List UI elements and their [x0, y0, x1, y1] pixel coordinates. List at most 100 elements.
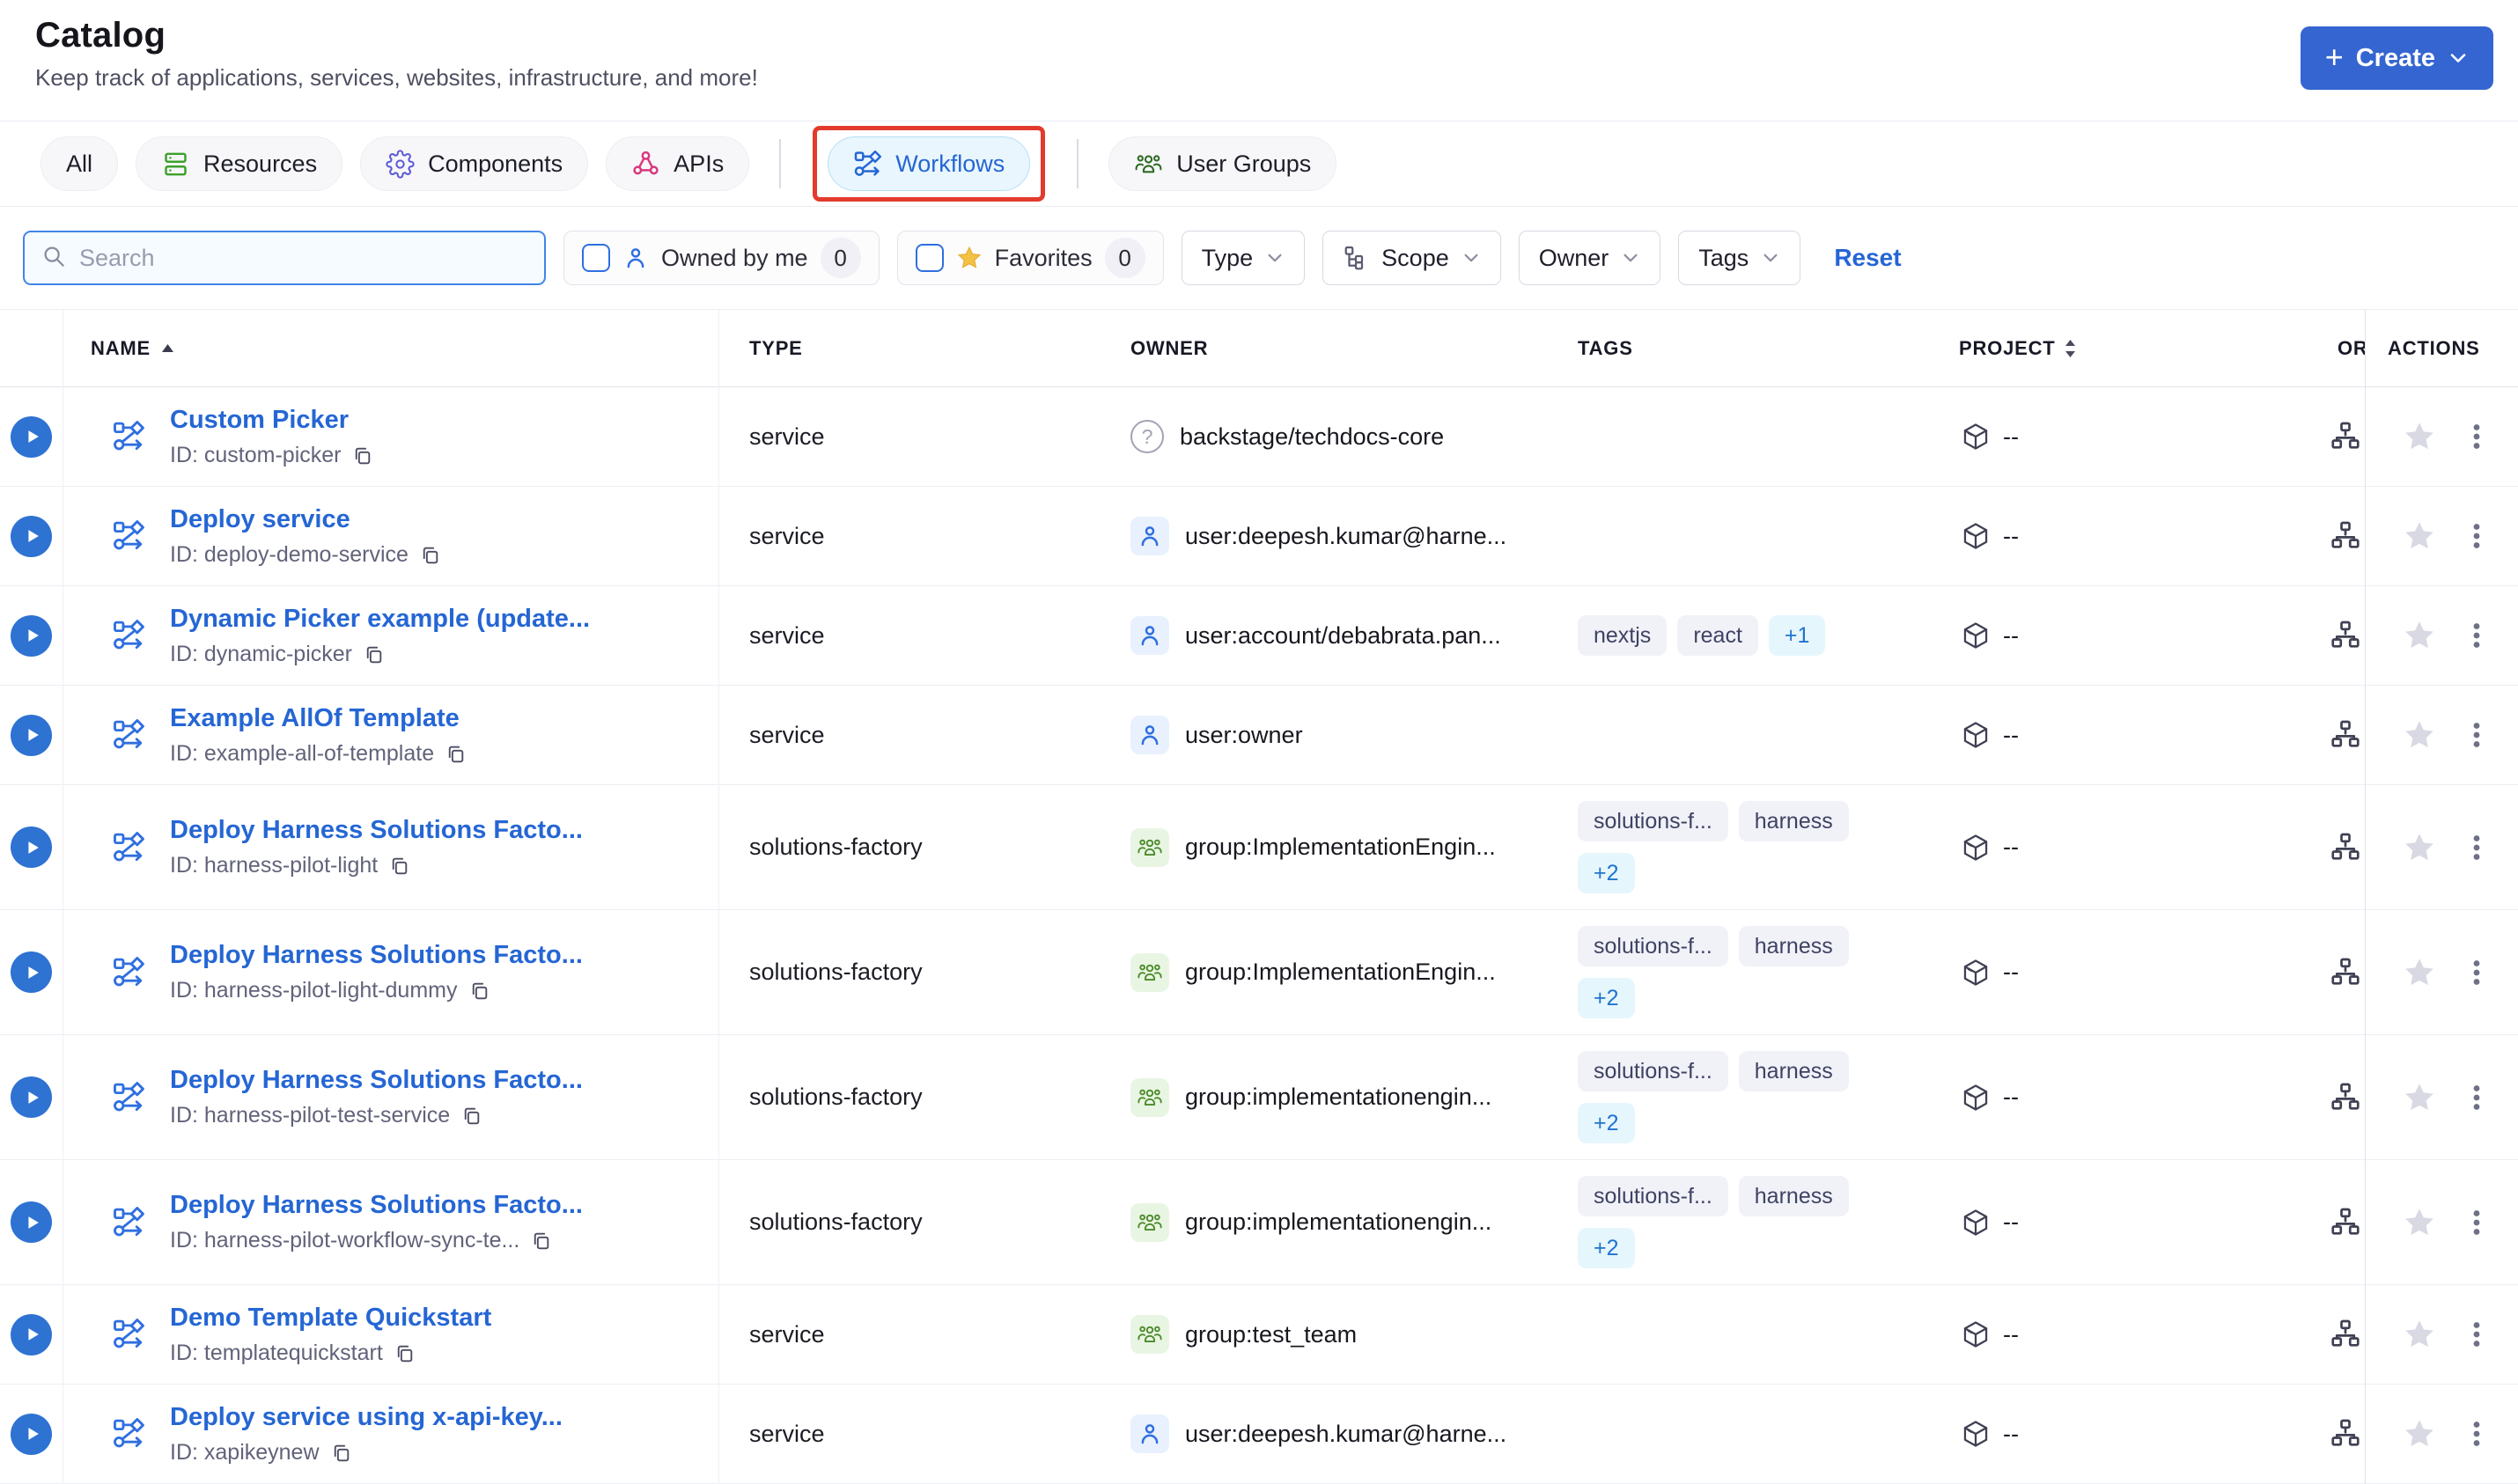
owned-by-me-checkbox[interactable] — [582, 244, 610, 272]
execute-workflow-button[interactable] — [11, 515, 52, 557]
tab-label: Workflows — [895, 150, 1005, 177]
favorites-filter[interactable]: Favorites 0 — [896, 231, 1164, 285]
kebab-menu-icon[interactable] — [2462, 1208, 2492, 1238]
copy-icon[interactable] — [468, 980, 490, 1002]
tags-more-pill[interactable]: +2 — [1578, 853, 1635, 893]
workflow-name-link[interactable]: Deploy service using x-api-key... — [170, 1403, 563, 1432]
copy-icon[interactable] — [351, 444, 373, 467]
execute-workflow-button[interactable] — [11, 826, 52, 868]
group-icon — [1130, 1315, 1169, 1354]
column-header-project[interactable]: PROJECT — [1950, 310, 2289, 386]
copy-icon[interactable] — [388, 855, 410, 877]
favorite-star-icon[interactable] — [2402, 618, 2437, 653]
execute-workflow-button[interactable] — [11, 1413, 52, 1455]
kebab-menu-icon[interactable] — [2462, 958, 2492, 988]
project-value: -- — [2003, 522, 2019, 549]
workflow-name-link[interactable]: Deploy Harness Solutions Facto... — [170, 941, 583, 970]
kebab-menu-icon[interactable] — [2462, 1419, 2492, 1449]
kebab-menu-icon[interactable] — [2462, 1319, 2492, 1349]
owner-dropdown[interactable]: Owner — [1518, 231, 1661, 285]
favorite-star-icon[interactable] — [2402, 1080, 2437, 1115]
copy-icon[interactable] — [363, 643, 385, 665]
red-annotation-box: Workflows — [813, 126, 1046, 202]
copy-icon[interactable] — [445, 743, 467, 765]
create-button[interactable]: + Create — [2300, 26, 2493, 90]
favorite-star-icon[interactable] — [2402, 1416, 2437, 1451]
tab-all[interactable]: All — [40, 136, 119, 191]
workflow-name-link[interactable]: Deploy service — [170, 505, 441, 534]
workflow-name-link[interactable]: Example AllOf Template — [170, 704, 467, 733]
workflow-name-link[interactable]: Demo Template Quickstart — [170, 1304, 491, 1333]
project-icon — [1961, 621, 1991, 650]
project-value: -- — [2003, 1320, 2019, 1348]
owner-value: user:owner — [1185, 721, 1303, 748]
kebab-menu-icon[interactable] — [2462, 422, 2492, 452]
workflow-name-link[interactable]: Deploy Harness Solutions Facto... — [170, 816, 583, 845]
kebab-menu-icon[interactable] — [2462, 833, 2492, 863]
tags-more-pill[interactable]: +2 — [1578, 1103, 1635, 1143]
project-icon — [1961, 1083, 1991, 1113]
workflow-name-link[interactable]: Custom Picker — [170, 406, 373, 435]
execute-workflow-button[interactable] — [11, 714, 52, 756]
tab-components[interactable]: Components — [360, 136, 589, 191]
copy-icon[interactable] — [460, 1105, 482, 1127]
kebab-menu-icon[interactable] — [2462, 521, 2492, 551]
scope-dropdown[interactable]: Scope — [1322, 231, 1501, 285]
type-dropdown[interactable]: Type — [1181, 231, 1306, 285]
project-icon — [1961, 833, 1991, 863]
favorite-star-icon[interactable] — [2402, 419, 2437, 454]
execute-workflow-button[interactable] — [11, 951, 52, 993]
execute-workflow-button[interactable] — [11, 614, 52, 657]
execute-workflow-button[interactable] — [11, 415, 52, 458]
owner-value: group:ImplementationEngin... — [1185, 959, 1496, 985]
search-input[interactable] — [79, 244, 528, 272]
tags-dropdown[interactable]: Tags — [1678, 231, 1801, 285]
workflow-name-link[interactable]: Deploy Harness Solutions Facto... — [170, 1066, 583, 1095]
column-header-org: OR — [2338, 336, 2365, 359]
group-icon — [1130, 952, 1169, 992]
favorite-star-icon[interactable] — [2402, 830, 2437, 865]
copy-icon[interactable] — [394, 1342, 416, 1364]
copy-icon[interactable] — [330, 1442, 352, 1464]
tags-more-pill[interactable]: +2 — [1578, 1228, 1635, 1268]
project-value: -- — [2003, 834, 2019, 860]
copy-icon[interactable] — [530, 1230, 552, 1252]
kebab-menu-icon[interactable] — [2462, 720, 2492, 750]
favorite-star-icon[interactable] — [2402, 1317, 2437, 1352]
tags-more-pill[interactable]: +2 — [1578, 978, 1635, 1018]
sticky-actions-divider — [2365, 310, 2366, 1484]
favorite-star-icon[interactable] — [2402, 955, 2437, 990]
search-box[interactable] — [23, 231, 546, 285]
execute-workflow-button[interactable] — [11, 1201, 52, 1243]
plus-icon: + — [2324, 38, 2344, 75]
tab-user-groups[interactable]: User Groups — [1108, 136, 1337, 191]
sort-ascending-icon[interactable] — [161, 343, 174, 353]
user-icon — [1130, 517, 1169, 555]
copy-icon[interactable] — [419, 544, 441, 566]
catalog-tabs: All Resources Components APIs Workflows User … — [0, 121, 2518, 207]
type-value: service — [749, 1320, 825, 1348]
workflow-icon — [112, 420, 145, 453]
execute-workflow-button[interactable] — [11, 1076, 52, 1118]
favorite-star-icon[interactable] — [2402, 717, 2437, 753]
kebab-menu-icon[interactable] — [2462, 1083, 2492, 1113]
favorites-checkbox[interactable] — [915, 244, 944, 272]
favorite-star-icon[interactable] — [2402, 1205, 2437, 1240]
tab-apis[interactable]: APIs — [606, 136, 750, 191]
tags-more-pill[interactable]: +1 — [1768, 615, 1826, 656]
project-value: -- — [2003, 422, 2019, 450]
scope-icon — [1343, 245, 1369, 271]
tab-resources[interactable]: Resources — [136, 136, 343, 191]
owned-by-me-filter[interactable]: Owned by me 0 — [563, 231, 880, 285]
tab-workflows[interactable]: Workflows — [828, 136, 1031, 191]
column-header-name[interactable]: NAME — [63, 310, 718, 386]
owner-value: group:ImplementationEngin... — [1185, 834, 1496, 860]
kebab-menu-icon[interactable] — [2462, 621, 2492, 650]
reset-button[interactable]: Reset — [1834, 244, 1901, 272]
execute-workflow-button[interactable] — [11, 1313, 52, 1355]
sort-both-icon[interactable] — [2065, 339, 2076, 358]
workflow-name-link[interactable]: Deploy Harness Solutions Facto... — [170, 1191, 583, 1220]
favorite-star-icon[interactable] — [2402, 518, 2437, 554]
workflow-name-link[interactable]: Dynamic Picker example (update... — [170, 605, 590, 634]
header-play-column — [0, 310, 63, 386]
